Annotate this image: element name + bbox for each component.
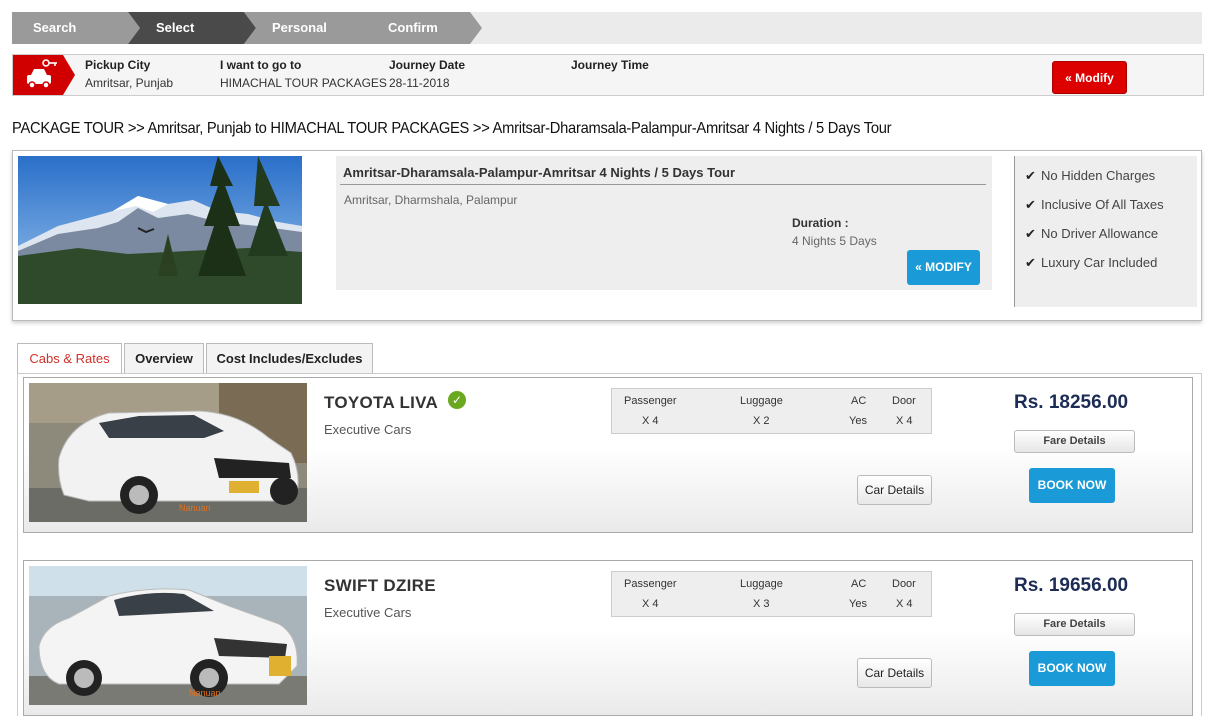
package-info: Amritsar-Dharamsala-Palampur-Amritsar 4 … bbox=[336, 156, 992, 290]
check-icon: ✔ bbox=[1025, 226, 1036, 241]
check-icon: ✔ bbox=[1025, 168, 1036, 183]
destination: I want to go to HIMACHAL TOUR PACKAGES bbox=[220, 58, 387, 90]
book-now-button[interactable]: BOOK NOW bbox=[1029, 651, 1115, 686]
destination-label: I want to go to bbox=[220, 58, 302, 72]
journey-date-label: Journey Date bbox=[389, 58, 466, 72]
spec-passenger-label: Passenger bbox=[624, 578, 677, 590]
verified-icon: ✓ bbox=[448, 391, 466, 409]
car-card: Nanuan SWIFT DZIRE Executive Cars Passen… bbox=[23, 560, 1193, 716]
breadcrumb: PACKAGE TOUR >> Amritsar, Punjab to HIMA… bbox=[12, 120, 892, 137]
spec-luggage-label: Luggage bbox=[740, 395, 783, 407]
car-card: Nanuan TOYOTA LIVA ✓ Executive Cars Pass… bbox=[23, 377, 1193, 533]
step-select[interactable]: Select bbox=[128, 12, 256, 44]
car-details-button[interactable]: Car Details bbox=[857, 475, 932, 505]
car-price: Rs. 19656.00 bbox=[1014, 575, 1129, 596]
step-confirm[interactable]: Confirm bbox=[358, 12, 486, 44]
feature-item: ✔ Luxury Car Included bbox=[1025, 255, 1157, 271]
step-personal[interactable]: Personal bbox=[244, 12, 372, 44]
tab-cost-includes[interactable]: Cost Includes/Excludes bbox=[206, 343, 373, 374]
modify-journey-button[interactable]: « Modify bbox=[1052, 61, 1127, 94]
package-divider bbox=[340, 184, 986, 185]
fare-details-button[interactable]: Fare Details bbox=[1014, 430, 1135, 453]
spec-ac-value: Yes bbox=[849, 598, 867, 610]
spec-passenger-value: X 4 bbox=[642, 598, 659, 610]
spec-ac-label: AC bbox=[851, 395, 867, 407]
spec-door-value: X 4 bbox=[896, 415, 913, 427]
car-list: Nanuan TOYOTA LIVA ✓ Executive Cars Pass… bbox=[17, 373, 1202, 716]
package-panel: Amritsar-Dharamsala-Palampur-Amritsar 4 … bbox=[12, 150, 1202, 321]
svg-text:Nanuan: Nanuan bbox=[179, 503, 211, 513]
feature-item: ✔ Inclusive Of All Taxes bbox=[1025, 197, 1164, 213]
feature-item: ✔ No Hidden Charges bbox=[1025, 168, 1155, 184]
step-confirm-label: Confirm bbox=[388, 20, 438, 35]
svg-text:Nanuan: Nanuan bbox=[189, 688, 221, 698]
car-class: Executive Cars bbox=[324, 605, 412, 620]
spec-luggage-label: Luggage bbox=[740, 578, 783, 590]
journey-date-value: 28-11-2018 bbox=[389, 76, 450, 90]
pickup-city: Pickup City Amritsar, Punjab bbox=[85, 58, 173, 90]
feature-label: Luxury Car Included bbox=[1041, 255, 1158, 270]
car-image: Nanuan bbox=[29, 566, 307, 705]
fare-details-button[interactable]: Fare Details bbox=[1014, 613, 1135, 636]
feature-label: No Driver Allowance bbox=[1041, 226, 1159, 241]
tab-cabs-rates[interactable]: Cabs & Rates bbox=[17, 343, 122, 374]
tab-overview[interactable]: Overview bbox=[124, 343, 204, 374]
journey-date: Journey Date 28-11-2018 bbox=[389, 58, 465, 90]
feature-label: No Hidden Charges bbox=[1041, 168, 1156, 183]
pickup-city-value: Amritsar, Punjab bbox=[85, 76, 174, 90]
journey-time-label: Journey Time bbox=[571, 58, 649, 72]
spec-luggage-value: X 3 bbox=[753, 598, 770, 610]
spec-luggage-value: X 2 bbox=[753, 415, 770, 427]
check-icon: ✔ bbox=[1025, 197, 1036, 212]
spec-passenger-value: X 4 bbox=[642, 415, 659, 427]
car-specs: Passenger X 4 Luggage X 2 AC Yes Door X … bbox=[611, 388, 932, 434]
spec-door-label: Door bbox=[892, 578, 916, 590]
destination-value: HIMACHAL TOUR PACKAGES bbox=[220, 76, 387, 90]
spec-ac-label: AC bbox=[851, 578, 867, 590]
package-image bbox=[18, 156, 302, 304]
feature-item: ✔ No Driver Allowance bbox=[1025, 226, 1158, 242]
booking-steps: Search Select Personal Confirm bbox=[12, 12, 1202, 44]
car-image: Nanuan bbox=[29, 383, 307, 522]
car-details-button[interactable]: Car Details bbox=[857, 658, 932, 688]
journey-summary: Pickup City Amritsar, Punjab I want to g… bbox=[12, 54, 1204, 96]
spec-door-label: Door bbox=[892, 395, 916, 407]
modify-package-button[interactable]: « MODIFY bbox=[907, 250, 980, 285]
car-price: Rs. 18256.00 bbox=[1014, 392, 1129, 413]
duration-label: Duration : bbox=[792, 216, 849, 230]
spec-passenger-label: Passenger bbox=[624, 395, 677, 407]
package-cities: Amritsar, Dharmshala, Palampur bbox=[344, 193, 518, 207]
spec-ac-value: Yes bbox=[849, 415, 867, 427]
step-personal-label: Personal bbox=[272, 20, 327, 35]
check-icon: ✔ bbox=[1025, 255, 1036, 270]
package-features: ✔ No Hidden Charges ✔ Inclusive Of All Tax… bbox=[1014, 156, 1197, 307]
pickup-city-label: Pickup City bbox=[85, 58, 151, 72]
car-class: Executive Cars bbox=[324, 422, 412, 437]
step-search-label: Search bbox=[33, 20, 77, 35]
car-name: SWIFT DZIRE bbox=[324, 576, 436, 595]
feature-label: Inclusive Of All Taxes bbox=[1041, 197, 1164, 212]
book-now-button[interactable]: BOOK NOW bbox=[1029, 468, 1115, 503]
package-title: Amritsar-Dharamsala-Palampur-Amritsar 4 … bbox=[343, 165, 736, 180]
car-specs: Passenger X 4 Luggage X 3 AC Yes Door X … bbox=[611, 571, 932, 617]
step-search[interactable]: Search bbox=[12, 12, 140, 44]
spec-door-value: X 4 bbox=[896, 598, 913, 610]
duration-value: 4 Nights 5 Days bbox=[792, 234, 877, 248]
journey-time: Journey Time bbox=[571, 58, 649, 72]
step-select-label: Select bbox=[156, 20, 195, 35]
car-name: TOYOTA LIVA bbox=[324, 393, 439, 412]
car-key-icon bbox=[13, 55, 75, 95]
